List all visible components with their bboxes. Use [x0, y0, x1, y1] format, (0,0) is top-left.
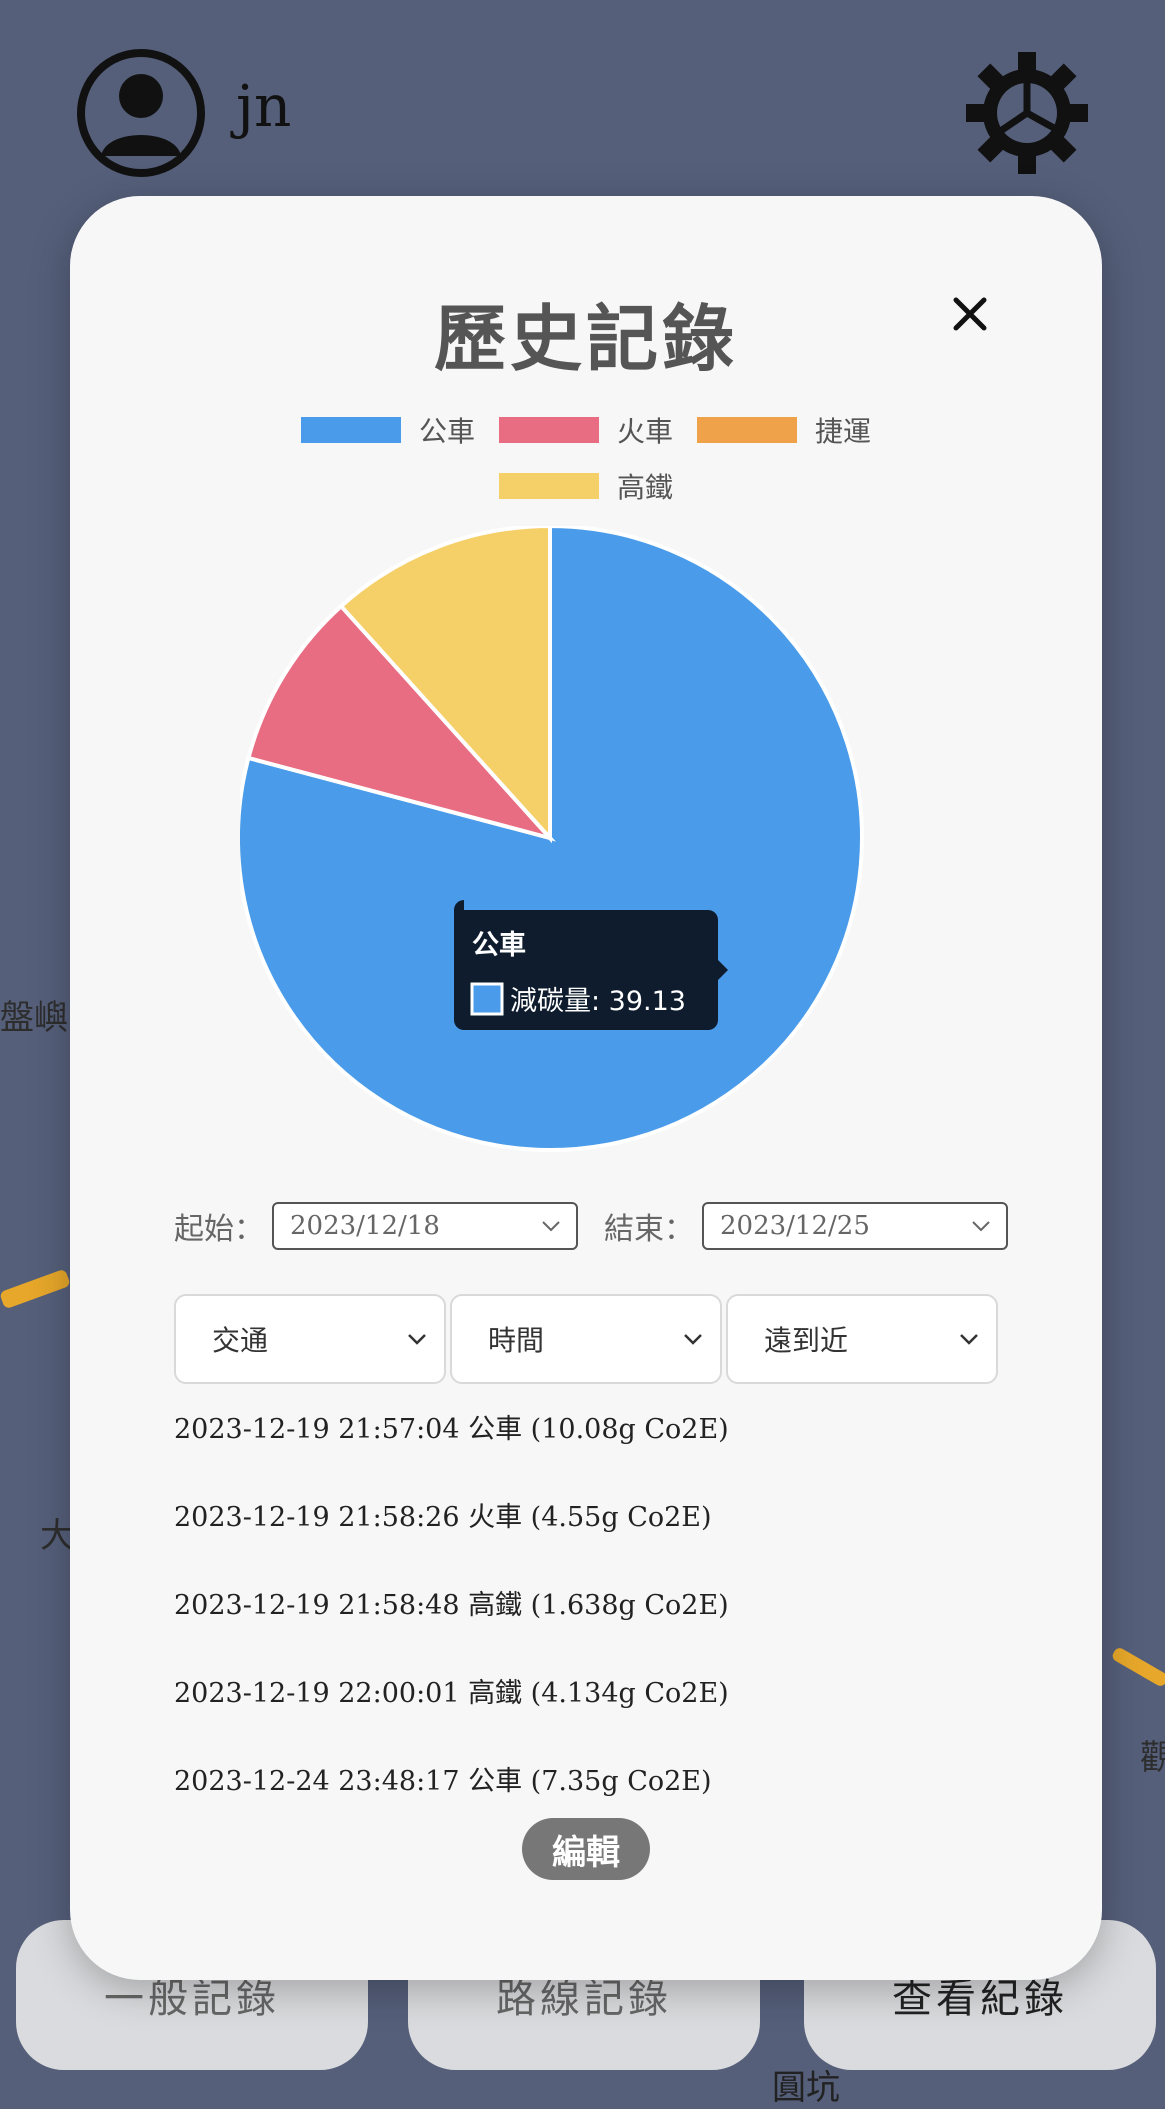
- chevron-down-icon: [408, 1334, 426, 1345]
- record-list: 2023-12-19 21:57:04 公車 (10.08g Co2E) 202…: [174, 1412, 729, 1852]
- transport-select-value: 交通: [212, 1324, 269, 1357]
- tooltip-swatch: [470, 982, 504, 1016]
- list-item[interactable]: 2023-12-19 21:58:26 火車 (4.55g Co2E): [174, 1500, 729, 1588]
- map-road: [1110, 1645, 1165, 1689]
- transport-select[interactable]: 交通: [174, 1294, 446, 1384]
- filter-selects: 交通 時間 遠到近: [174, 1294, 998, 1384]
- legend-label: 火車: [616, 415, 673, 448]
- legend-label: 捷運: [815, 415, 872, 448]
- legend-label: 高鐵: [616, 471, 673, 504]
- legend-swatch: [498, 417, 599, 443]
- chevron-down-icon: [542, 1221, 560, 1232]
- map-label: 觀: [1140, 1738, 1165, 1778]
- legend-item-mrt[interactable]: 捷運: [697, 410, 871, 450]
- chevron-down-icon: [972, 1221, 990, 1232]
- sort-by-select-value: 時間: [488, 1324, 545, 1357]
- start-date-value: 2023/12/18: [290, 1211, 440, 1241]
- gear-icon[interactable]: [962, 48, 1092, 178]
- legend-swatch: [498, 473, 599, 499]
- chart-legend: 公車 火車 捷運 高鐵: [70, 410, 1102, 522]
- chart-tooltip: 公車減碳量: 39.13: [454, 900, 728, 1030]
- tooltip-value: 減碳量: 39.13: [510, 986, 686, 1017]
- legend-label: 公車: [418, 415, 475, 448]
- avatar-icon[interactable]: [76, 48, 206, 178]
- end-date-input[interactable]: 2023/12/25: [702, 1202, 1008, 1250]
- list-item[interactable]: 2023-12-19 22:00:01 高鐵 (4.134g Co2E): [174, 1676, 729, 1764]
- pie-chart[interactable]: 公車減碳量: 39.13: [240, 526, 940, 1216]
- tooltip-title: 公車: [472, 930, 526, 961]
- date-range: 起始： 2023/12/18 結束： 2023/12/25: [174, 1202, 1008, 1250]
- chevron-down-icon: [684, 1334, 702, 1345]
- map-road: [0, 1268, 71, 1310]
- map-label: 大: [40, 1516, 74, 1556]
- chevron-down-icon: [960, 1334, 978, 1345]
- end-label: 結束：: [604, 1212, 694, 1247]
- edit-button[interactable]: 編輯: [522, 1818, 650, 1880]
- list-item[interactable]: 2023-12-19 21:57:04 公車 (10.08g Co2E): [174, 1412, 729, 1500]
- start-date-input[interactable]: 2023/12/18: [272, 1202, 578, 1250]
- sort-by-select[interactable]: 時間: [450, 1294, 722, 1384]
- legend-item-bus[interactable]: 公車: [300, 410, 475, 450]
- history-modal: 歷史記錄 公車 火車 捷運 高鐵 公車 減碳量: 39.13 起始： 2023/…: [70, 196, 1102, 1980]
- legend-item-train[interactable]: 火車: [498, 410, 673, 450]
- end-date-value: 2023/12/25: [720, 1211, 870, 1241]
- legend-swatch: [300, 417, 401, 443]
- close-icon[interactable]: [940, 284, 1000, 344]
- list-item[interactable]: 2023-12-19 21:58:48 高鐵 (1.638g Co2E): [174, 1588, 729, 1676]
- order-select[interactable]: 遠到近: [726, 1294, 998, 1384]
- username: jn: [236, 72, 292, 140]
- start-label: 起始：: [174, 1212, 264, 1247]
- map-label: 圓坑: [772, 2068, 840, 2108]
- map-label: 盤嶼: [0, 998, 68, 1038]
- legend-swatch: [697, 417, 797, 443]
- legend-item-hsr[interactable]: 高鐵: [498, 466, 673, 506]
- order-select-value: 遠到近: [764, 1324, 849, 1357]
